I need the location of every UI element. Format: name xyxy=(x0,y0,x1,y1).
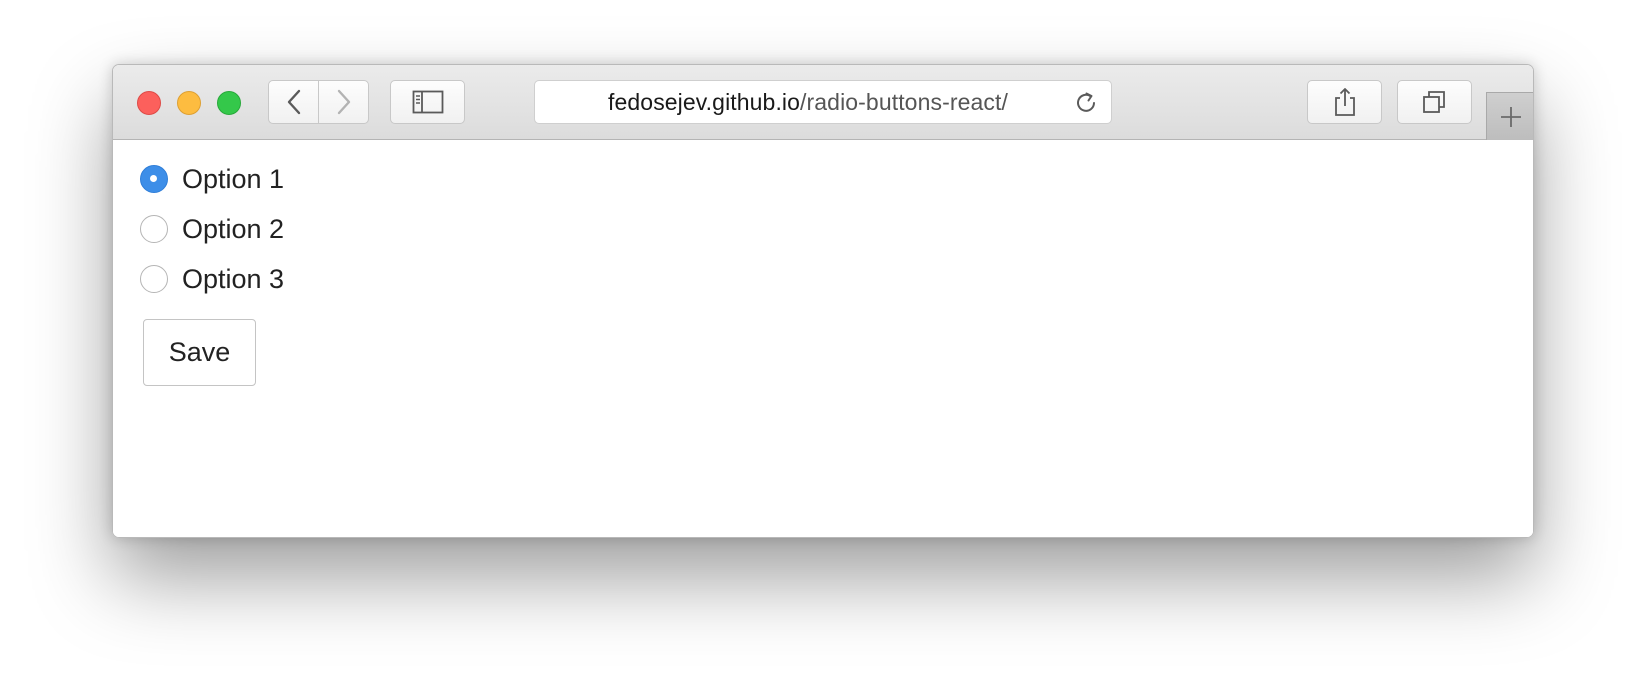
browser-window: fedosejev.github.io/radio-buttons-react/ xyxy=(112,64,1534,538)
address-bar[interactable]: fedosejev.github.io/radio-buttons-react/ xyxy=(534,80,1112,124)
chevron-right-icon xyxy=(336,89,352,115)
sidebar-toggle-button[interactable] xyxy=(390,80,465,124)
address-url: fedosejev.github.io/radio-buttons-react/ xyxy=(608,89,1008,116)
forward-button[interactable] xyxy=(318,80,369,124)
sidebar-icon xyxy=(412,90,444,114)
radio-label-option-1[interactable]: Option 1 xyxy=(182,164,284,195)
chevron-left-icon xyxy=(286,89,302,115)
plus-icon xyxy=(1499,105,1523,129)
share-button[interactable] xyxy=(1307,80,1382,124)
url-host: fedosejev.github.io xyxy=(608,88,801,115)
radio-option-1[interactable]: Option 1 xyxy=(140,161,284,197)
radio-option-3[interactable]: Option 3 xyxy=(140,261,284,297)
radio-button-option-3[interactable] xyxy=(140,265,168,293)
minimize-window-button[interactable] xyxy=(177,91,201,115)
show-all-tabs-button[interactable] xyxy=(1397,80,1472,124)
tabs-overview-icon xyxy=(1422,89,1448,115)
browser-toolbar: fedosejev.github.io/radio-buttons-react/ xyxy=(113,65,1533,140)
navigation-buttons xyxy=(268,80,370,124)
radio-button-option-2[interactable] xyxy=(140,215,168,243)
reload-icon[interactable] xyxy=(1073,90,1099,116)
radio-label-option-2[interactable]: Option 2 xyxy=(182,214,284,245)
new-tab-button[interactable] xyxy=(1486,92,1533,140)
radio-button-option-1[interactable] xyxy=(140,165,168,193)
save-button[interactable]: Save xyxy=(143,319,256,386)
close-window-button[interactable] xyxy=(137,91,161,115)
radio-label-option-3[interactable]: Option 3 xyxy=(182,264,284,295)
radio-option-2[interactable]: Option 2 xyxy=(140,211,284,247)
back-button[interactable] xyxy=(268,80,319,124)
maximize-window-button[interactable] xyxy=(217,91,241,115)
share-icon xyxy=(1332,87,1358,117)
page-content: Option 1 Option 2 Option 3 Save xyxy=(113,140,1533,537)
url-path: /radio-buttons-react/ xyxy=(800,88,1008,115)
